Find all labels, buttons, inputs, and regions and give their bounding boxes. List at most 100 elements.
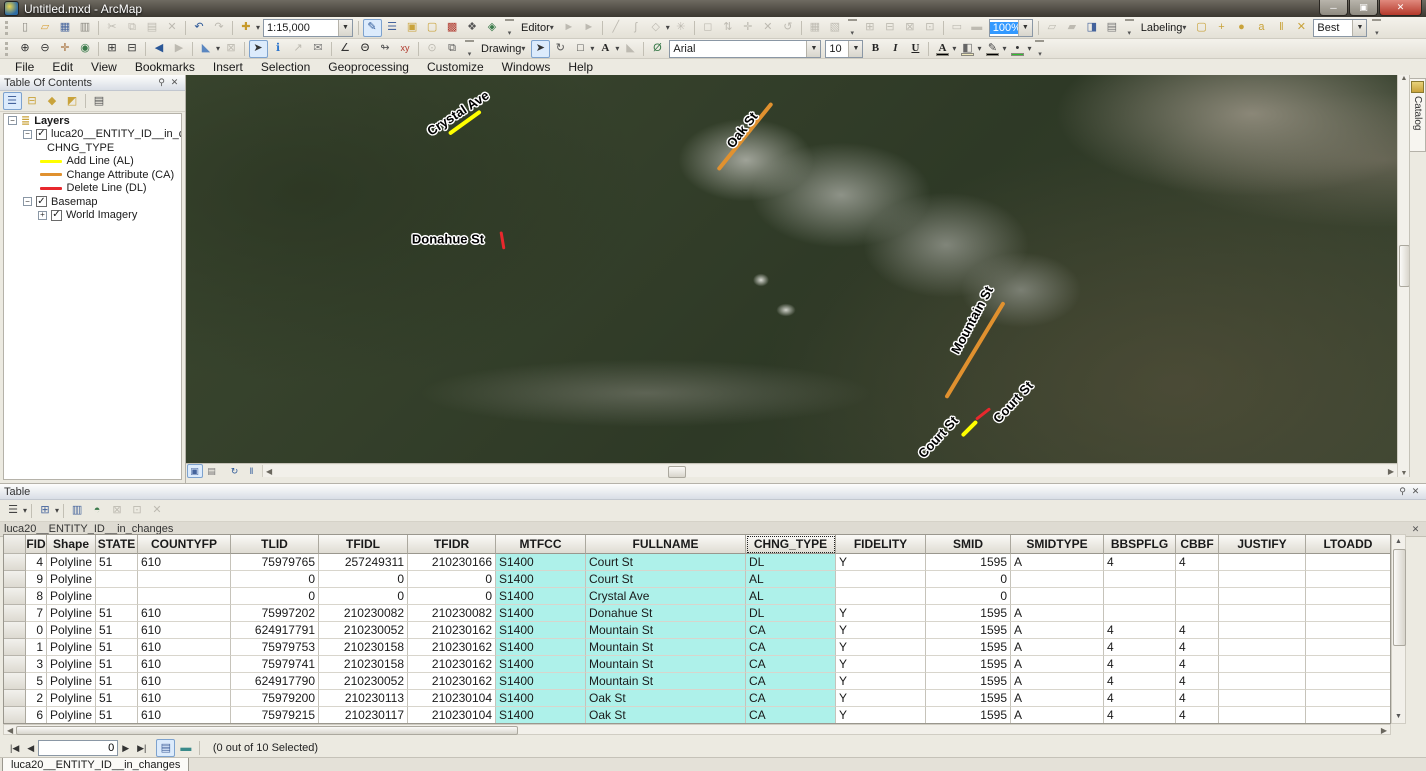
- collapse-icon[interactable]: −: [23, 197, 32, 206]
- cell-cbbf[interactable]: [1176, 588, 1219, 605]
- cell-justify[interactable]: [1219, 571, 1306, 588]
- cell-fid[interactable]: 9: [26, 571, 47, 588]
- cell-shape[interactable]: Polyline: [47, 639, 96, 656]
- viewer-window-button[interactable]: ⧉: [443, 40, 462, 58]
- cell-tlid[interactable]: 75979741: [231, 656, 319, 673]
- cell-tfidl[interactable]: 210230052: [319, 622, 408, 639]
- cell-tfidr[interactable]: 210230104: [408, 707, 496, 724]
- find-route-button[interactable]: ↬: [376, 40, 395, 58]
- cell-cbbf[interactable]: [1176, 605, 1219, 622]
- restore-button[interactable]: ▣: [1349, 0, 1378, 16]
- arctoolbox-button[interactable]: ▩: [443, 19, 462, 37]
- endpoint-arc-tool[interactable]: ʃ: [626, 19, 645, 37]
- cell-smidtype[interactable]: A: [1011, 622, 1104, 639]
- font-family-combo[interactable]: Arial▼: [669, 40, 821, 58]
- scroll-up-icon[interactable]: ▲: [1392, 535, 1405, 548]
- cell-countyfp[interactable]: 610: [138, 656, 231, 673]
- list-by-selection-button[interactable]: ◩: [63, 92, 82, 110]
- catalog-tab[interactable]: Catalog: [1410, 78, 1426, 152]
- row-selector[interactable]: [4, 639, 26, 656]
- cell-smidtype[interactable]: A: [1011, 554, 1104, 571]
- cell-justify[interactable]: [1219, 554, 1306, 571]
- scroll-left-icon[interactable]: ◀: [4, 726, 16, 735]
- cell-bbspflg[interactable]: 4: [1104, 622, 1176, 639]
- cell-chng_type[interactable]: CA: [746, 707, 836, 724]
- pause-drawing-button[interactable]: ‖: [244, 464, 260, 478]
- toolbar-overflow-icon[interactable]: ▾: [1125, 19, 1134, 37]
- cell-shape[interactable]: Polyline: [47, 605, 96, 622]
- cell-bbspflg[interactable]: [1104, 571, 1176, 588]
- column-header-tfidr[interactable]: TFIDR: [408, 535, 496, 554]
- zoom-to-selected-button[interactable]: ⊠: [108, 502, 127, 520]
- layer-visibility-checkbox[interactable]: ✓: [51, 210, 62, 221]
- chevron-down-icon[interactable]: ▾: [216, 44, 220, 53]
- cell-state[interactable]: 51: [96, 673, 138, 690]
- delete-selected-button[interactable]: ✕: [148, 502, 167, 520]
- column-header-countyfp[interactable]: COUNTYFP: [138, 535, 231, 554]
- cell-tlid[interactable]: 75979200: [231, 690, 319, 707]
- column-header-tlid[interactable]: TLID: [231, 535, 319, 554]
- cell-bbspflg[interactable]: [1104, 588, 1176, 605]
- cell-tfidl[interactable]: 210230052: [319, 673, 408, 690]
- toc-item-add-line-al[interactable]: Add Line (AL): [4, 155, 181, 169]
- export-map-button[interactable]: ▤: [1102, 19, 1121, 37]
- menu-item-edit[interactable]: Edit: [43, 59, 82, 75]
- cell-tfidl[interactable]: 0: [319, 588, 408, 605]
- column-header-cbbf[interactable]: CBBF: [1176, 535, 1219, 554]
- pause-labeling-button[interactable]: ‖: [1272, 19, 1291, 37]
- row-selector[interactable]: [4, 554, 26, 571]
- cell-smid[interactable]: 1595: [926, 673, 1011, 690]
- map-view[interactable]: Crystal AveOak StDonahue StMountain StCo…: [186, 75, 1397, 463]
- cell-cbbf[interactable]: 4: [1176, 622, 1219, 639]
- toolbar-overflow-icon[interactable]: ▾: [848, 19, 857, 37]
- snap-edge-button[interactable]: ⊡: [920, 19, 939, 37]
- related-tables-button[interactable]: ⊞: [36, 502, 55, 520]
- cell-smidtype[interactable]: A: [1011, 656, 1104, 673]
- menu-item-windows[interactable]: Windows: [493, 59, 560, 75]
- point-tool[interactable]: ✳: [671, 19, 690, 37]
- column-header-shape[interactable]: Shape: [47, 535, 96, 554]
- cell-fid[interactable]: 1: [26, 639, 47, 656]
- move-tool[interactable]: ✛: [738, 19, 757, 37]
- cell-fidelity[interactable]: Y: [836, 690, 926, 707]
- go-to-xy-button[interactable]: xy: [396, 40, 415, 58]
- close-table-icon[interactable]: ✕: [1409, 523, 1422, 535]
- text-menu[interactable]: A: [596, 40, 615, 58]
- pan-page-button[interactable]: ▱: [1042, 19, 1061, 37]
- cell-tfidl[interactable]: 0: [319, 571, 408, 588]
- cell-tlid[interactable]: 75979765: [231, 554, 319, 571]
- toolbar-overflow-icon[interactable]: ▾: [1372, 19, 1381, 37]
- cell-chng_type[interactable]: CA: [746, 622, 836, 639]
- editor-menu[interactable]: Editor ▾: [517, 21, 559, 35]
- chevron-down-icon[interactable]: ▾: [977, 44, 981, 53]
- time-slider-button[interactable]: ⊙: [423, 40, 442, 58]
- cell-fullname[interactable]: Crystal Ave: [586, 588, 746, 605]
- cell-smid[interactable]: 0: [926, 571, 1011, 588]
- cell-smid[interactable]: 1595: [926, 656, 1011, 673]
- toc-item-world-imagery[interactable]: +✓World Imagery: [4, 209, 181, 223]
- cell-mtfcc[interactable]: S1400: [496, 571, 586, 588]
- delete-sketch-tool[interactable]: ✕: [758, 19, 777, 37]
- column-header-bbspflg[interactable]: BBSPFLG: [1104, 535, 1176, 554]
- cell-justify[interactable]: [1219, 656, 1306, 673]
- toc-item-layers[interactable]: −≣Layers: [4, 114, 181, 128]
- cell-smid[interactable]: 0: [926, 588, 1011, 605]
- cell-chng_type[interactable]: AL: [746, 571, 836, 588]
- cell-fidelity[interactable]: [836, 588, 926, 605]
- cell-smidtype[interactable]: A: [1011, 707, 1104, 724]
- column-header-ltoadd[interactable]: LTOADD: [1306, 535, 1391, 554]
- underline-button[interactable]: U: [906, 40, 925, 58]
- layer-visibility-checkbox[interactable]: ✓: [36, 196, 47, 207]
- cell-fidelity[interactable]: Y: [836, 707, 926, 724]
- cell-ltoadd[interactable]: [1306, 588, 1391, 605]
- cell-fidelity[interactable]: Y: [836, 673, 926, 690]
- cell-chng_type[interactable]: DL: [746, 605, 836, 622]
- cell-bbspflg[interactable]: 4: [1104, 673, 1176, 690]
- cell-tfidl[interactable]: 257249311: [319, 554, 408, 571]
- cell-countyfp[interactable]: 610: [138, 622, 231, 639]
- chevron-down-icon[interactable]: ▼: [1352, 20, 1366, 36]
- modelbuilder-button[interactable]: ◈: [483, 19, 502, 37]
- cell-smidtype[interactable]: A: [1011, 673, 1104, 690]
- cell-state[interactable]: 51: [96, 622, 138, 639]
- cell-countyfp[interactable]: 610: [138, 554, 231, 571]
